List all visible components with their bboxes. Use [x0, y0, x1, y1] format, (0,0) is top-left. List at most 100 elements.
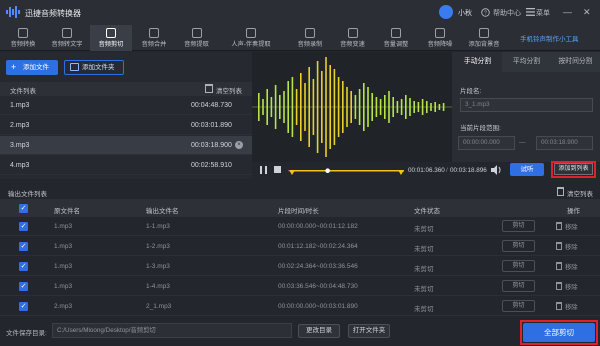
- tool-volume[interactable]: 音量调整: [375, 25, 417, 51]
- waveform-bar: [396, 101, 399, 113]
- output-list-title: 输出文件列表: [8, 191, 47, 198]
- trash-icon[interactable]: [556, 282, 562, 290]
- tab-split-2[interactable]: 按时间分割: [551, 52, 600, 72]
- row-output-name: 1-2.mp3: [146, 243, 170, 250]
- row-checkbox[interactable]: ✓: [19, 262, 28, 271]
- file-name: 3.mp3: [10, 142, 30, 149]
- trash-icon[interactable]: [556, 262, 562, 270]
- trash-icon[interactable]: [556, 242, 562, 250]
- waveform-bar: [371, 93, 373, 121]
- waveform-view[interactable]: [252, 52, 452, 162]
- row-checkbox[interactable]: ✓: [19, 302, 28, 311]
- add-to-list-button[interactable]: 添加到列表: [554, 163, 593, 175]
- close-button[interactable]: ✕: [583, 6, 591, 18]
- file-list-item[interactable]: 2.mp3 00:03:01.890: [0, 116, 252, 135]
- clear-file-list-button[interactable]: 清空列表: [216, 85, 242, 95]
- row-checkbox[interactable]: ✓: [19, 242, 28, 251]
- output-table-row[interactable]: ✓ 1.mp3 1-1.mp3 00:00:00.000~00:01:12.182 未剪…: [0, 217, 600, 236]
- row-cut-button[interactable]: 剪切: [502, 280, 535, 292]
- time-separator: /: [446, 167, 448, 174]
- add-file-button[interactable]: + 添加文件: [6, 60, 58, 75]
- file-list-item[interactable]: 3.mp3 00:03:18.900 ×: [0, 136, 252, 155]
- add-folder-button[interactable]: 添加文件夹: [64, 60, 124, 75]
- output-table-row[interactable]: ✓ 1.mp3 1-3.mp3 00:02:24.364~00:03:36.546 未剪…: [0, 257, 600, 276]
- select-all-checkbox[interactable]: ✓: [19, 204, 28, 213]
- row-remove-button[interactable]: 移除: [565, 242, 578, 251]
- tab-split-1[interactable]: 平均分割: [502, 52, 551, 72]
- seek-timeline[interactable]: [288, 164, 404, 178]
- row-remove-button[interactable]: 移除: [565, 222, 578, 231]
- change-dir-button[interactable]: 更改目录: [298, 324, 340, 338]
- clear-output-list-button[interactable]: 清空列表: [567, 188, 593, 198]
- output-table-row[interactable]: ✓ 2.mp3 2_1.mp3 00:00:00.000~00:03:01.890 未剪…: [0, 297, 600, 316]
- row-cut-button[interactable]: 剪切: [502, 260, 535, 272]
- segment-name-label: 片段名:: [460, 88, 482, 95]
- waveform-bar: [287, 81, 289, 133]
- waveform-bar: [325, 57, 327, 157]
- stop-icon[interactable]: [274, 166, 281, 173]
- help-center-link[interactable]: 帮助中心: [493, 8, 521, 18]
- tool-speed[interactable]: 音频变速: [332, 25, 373, 51]
- svg-text:?: ?: [484, 11, 487, 17]
- tool-label: 音频合并: [141, 41, 167, 48]
- save-dir-input[interactable]: C:/Users/Mloong/Desktop/音频剪切: [52, 323, 292, 338]
- open-folder-button[interactable]: 打开文件夹: [348, 324, 390, 338]
- row-cut-button[interactable]: 剪切: [502, 220, 535, 232]
- pause-icon[interactable]: [260, 166, 267, 174]
- row-source-name: 1.mp3: [54, 263, 73, 270]
- remove-file-icon[interactable]: ×: [235, 141, 243, 149]
- row-remove-button[interactable]: 移除: [565, 282, 578, 291]
- tool-label: 音频降噪: [427, 41, 453, 48]
- user-avatar[interactable]: [439, 5, 453, 19]
- app-logo-icon: [6, 6, 20, 18]
- range-end-input[interactable]: 00:03:18.900: [536, 136, 593, 150]
- file-duration: 00:04:48.730: [191, 102, 232, 109]
- output-list-header: 输出文件列表 清空列表: [0, 185, 600, 199]
- tool-label: 人声-伴奏提取: [231, 41, 271, 48]
- waveform-bar: [413, 101, 415, 113]
- file-name: 4.mp3: [10, 162, 30, 169]
- tool-scissors[interactable]: 音频剪切: [90, 25, 132, 51]
- trash-icon[interactable]: [556, 302, 562, 310]
- tool-record[interactable]: 音频录制: [290, 25, 330, 51]
- minimize-button[interactable]: —: [563, 6, 572, 18]
- row-output-name: 1-1.mp3: [146, 223, 170, 230]
- merge-icon: [149, 28, 159, 38]
- volume-icon[interactable]: [491, 165, 502, 175]
- file-list-item[interactable]: 4.mp3 00:02:58.910: [0, 156, 252, 175]
- output-table-row[interactable]: ✓ 1.mp3 1-4.mp3 00:03:36.546~00:04:48.730 未剪…: [0, 277, 600, 296]
- trash-icon[interactable]: [556, 222, 562, 230]
- trial-listen-button[interactable]: 试听: [510, 163, 544, 176]
- cut-all-button[interactable]: 全部剪切: [523, 323, 595, 342]
- waveform-bar: [426, 101, 428, 113]
- row-checkbox[interactable]: ✓: [19, 222, 28, 231]
- row-cut-button[interactable]: 剪切: [502, 240, 535, 252]
- trash-icon[interactable]: [557, 187, 564, 196]
- user-name[interactable]: 小秋: [458, 8, 472, 18]
- phone-ringtone-tool-link[interactable]: 手机铃声制作小工具: [520, 33, 579, 43]
- tool-vocal[interactable]: 人声-伴奏提取: [219, 25, 283, 51]
- waveform-graph: [252, 57, 452, 157]
- output-table-row[interactable]: ✓ 1.mp3 1-2.mp3 00:01:12.182~00:02:24.364 未剪…: [0, 237, 600, 256]
- trash-icon[interactable]: [205, 84, 213, 93]
- add-folder-label: 添加文件夹: [82, 64, 115, 71]
- tool-music-convert[interactable]: 音频转换: [3, 25, 43, 51]
- tool-denoise[interactable]: 音频降噪: [421, 25, 459, 51]
- tab-split-0[interactable]: 手动分割: [453, 52, 502, 72]
- tool-audio-to-text[interactable]: 音频转文字: [46, 25, 88, 51]
- tool-bg-music[interactable]: 添加背景音: [462, 25, 506, 51]
- col-source-name: 原文件名: [54, 208, 80, 215]
- file-list-item[interactable]: 1.mp3 00:04:48.730: [0, 96, 252, 115]
- help-icon[interactable]: ?: [481, 8, 490, 17]
- segment-name-input[interactable]: 3_1.mp3: [460, 98, 593, 112]
- row-remove-button[interactable]: 移除: [565, 302, 578, 311]
- tool-merge[interactable]: 音频合并: [134, 25, 174, 51]
- row-checkbox[interactable]: ✓: [19, 282, 28, 291]
- row-remove-button[interactable]: 移除: [565, 262, 578, 271]
- tool-extract[interactable]: 音频提取: [176, 25, 217, 51]
- menu-label[interactable]: 菜单: [536, 8, 550, 18]
- row-source-name: 2.mp3: [54, 303, 73, 310]
- row-cut-button[interactable]: 剪切: [502, 300, 535, 312]
- menu-icon[interactable]: [526, 8, 535, 16]
- range-start-input[interactable]: 00:00:00.000: [458, 136, 515, 150]
